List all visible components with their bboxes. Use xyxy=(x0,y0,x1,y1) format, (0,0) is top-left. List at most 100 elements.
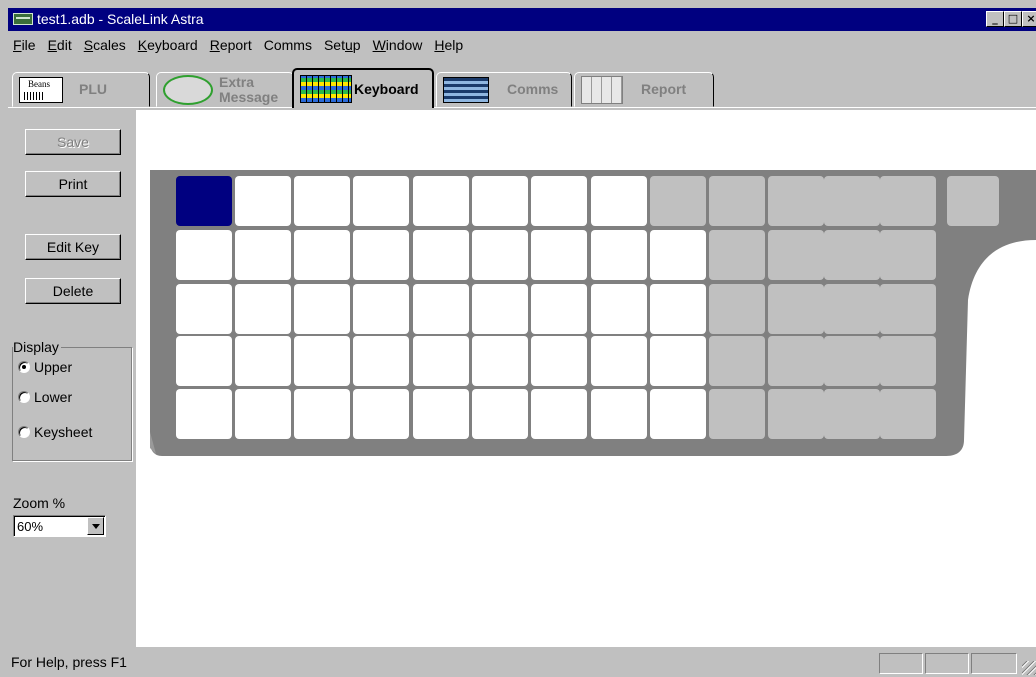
keyboard-key[interactable] xyxy=(591,284,647,334)
keyboard-key[interactable] xyxy=(472,389,528,439)
keyboard-key[interactable] xyxy=(531,230,587,280)
keyboard-key[interactable] xyxy=(294,176,350,226)
maximize-button[interactable]: □ xyxy=(1004,11,1022,27)
keyboard-key[interactable] xyxy=(591,389,647,439)
keyboard-key[interactable] xyxy=(176,284,232,334)
keyboard-key[interactable] xyxy=(294,336,350,386)
radio-lower[interactable]: Lower xyxy=(18,389,72,405)
keyboard-key[interactable] xyxy=(176,336,232,386)
keyboard-key[interactable] xyxy=(235,176,291,226)
keyboard-key[interactable] xyxy=(472,284,528,334)
keyboard-key[interactable] xyxy=(176,389,232,439)
print-button[interactable]: Print xyxy=(25,171,121,197)
keyboard-key[interactable] xyxy=(768,284,824,334)
zoom-label: Zoom % xyxy=(13,495,66,511)
keyboard-key[interactable] xyxy=(176,176,232,226)
keyboard-key[interactable] xyxy=(591,336,647,386)
keyboard-key[interactable] xyxy=(235,284,291,334)
keyboard-key[interactable] xyxy=(709,176,765,226)
keyboard-key[interactable] xyxy=(650,389,706,439)
menu-window[interactable]: Window xyxy=(368,37,430,53)
save-button[interactable]: Save xyxy=(25,129,121,155)
keyboard-key[interactable] xyxy=(353,336,409,386)
menu-help[interactable]: Help xyxy=(429,37,470,53)
keyboard-key[interactable] xyxy=(650,230,706,280)
resize-grip-icon[interactable] xyxy=(1022,661,1036,675)
keyboard-key[interactable] xyxy=(176,230,232,280)
keyboard-key[interactable] xyxy=(650,336,706,386)
keyboard-key[interactable] xyxy=(531,389,587,439)
menu-keyboard[interactable]: Keyboard xyxy=(133,37,205,53)
keyboard-key[interactable] xyxy=(353,389,409,439)
tab-comms[interactable]: Comms xyxy=(436,72,572,107)
keyboard-key[interactable] xyxy=(709,230,765,280)
keyboard-key-extra[interactable] xyxy=(947,176,999,226)
keyboard-key[interactable] xyxy=(709,389,765,439)
keyboard-key[interactable] xyxy=(768,230,824,280)
minimize-button[interactable]: _ xyxy=(986,11,1004,27)
tab-extra-message[interactable]: Extra Message xyxy=(156,72,294,107)
tab-report[interactable]: Report xyxy=(574,72,714,107)
keyboard-key[interactable] xyxy=(294,284,350,334)
keyboard-key[interactable] xyxy=(413,176,469,226)
title-bar[interactable]: test1.adb - ScaleLink Astra _ □ × xyxy=(8,8,1036,31)
keyboard-key[interactable] xyxy=(531,336,587,386)
keyboard-key[interactable] xyxy=(413,336,469,386)
keyboard-key[interactable] xyxy=(824,176,880,226)
keyboard-key[interactable] xyxy=(353,284,409,334)
keyboard-key[interactable] xyxy=(353,176,409,226)
radio-upper-dot[interactable] xyxy=(18,361,30,373)
edit-key-button[interactable]: Edit Key xyxy=(25,234,121,260)
keyboard-key[interactable] xyxy=(824,230,880,280)
keyboard-key[interactable] xyxy=(824,284,880,334)
menu-report[interactable]: Report xyxy=(205,37,259,53)
keyboard-key[interactable] xyxy=(880,389,936,439)
radio-lower-dot[interactable] xyxy=(18,391,30,403)
keyboard-key[interactable] xyxy=(768,336,824,386)
keyboard-key[interactable] xyxy=(768,176,824,226)
keyboard-key[interactable] xyxy=(472,230,528,280)
keyboard-key[interactable] xyxy=(472,176,528,226)
keyboard-key[interactable] xyxy=(709,284,765,334)
keyboard-key[interactable] xyxy=(824,336,880,386)
keyboard-key[interactable] xyxy=(880,230,936,280)
keyboard-key[interactable] xyxy=(235,230,291,280)
keyboard-key[interactable] xyxy=(591,176,647,226)
tab-keyboard[interactable]: Keyboard xyxy=(292,68,434,108)
keyboard-key[interactable] xyxy=(235,389,291,439)
keyboard-key[interactable] xyxy=(531,284,587,334)
keyboard-key[interactable] xyxy=(472,336,528,386)
keyboard-key[interactable] xyxy=(413,389,469,439)
keyboard-key[interactable] xyxy=(709,336,765,386)
keyboard-key[interactable] xyxy=(880,336,936,386)
menu-scales[interactable]: Scales xyxy=(79,37,133,53)
app-scale-icon[interactable] xyxy=(13,13,33,25)
tab-plu[interactable]: PLU xyxy=(12,72,150,107)
menu-file[interactable]: File xyxy=(8,37,43,53)
radio-keysheet-dot[interactable] xyxy=(18,426,30,438)
keyboard-key[interactable] xyxy=(294,389,350,439)
keyboard-key[interactable] xyxy=(413,284,469,334)
radio-upper[interactable]: Upper xyxy=(18,359,72,375)
radio-keysheet[interactable]: Keysheet xyxy=(18,424,92,440)
tab-keyboard-label: Keyboard xyxy=(354,80,419,97)
keyboard-key[interactable] xyxy=(824,389,880,439)
keyboard-key[interactable] xyxy=(591,230,647,280)
keyboard-key[interactable] xyxy=(768,389,824,439)
keyboard-key[interactable] xyxy=(294,230,350,280)
delete-button[interactable]: Delete xyxy=(25,278,121,304)
chevron-down-icon[interactable] xyxy=(87,517,104,535)
keyboard-key[interactable] xyxy=(880,284,936,334)
keyboard-key[interactable] xyxy=(880,176,936,226)
keyboard-key[interactable] xyxy=(353,230,409,280)
menu-edit[interactable]: Edit xyxy=(43,37,79,53)
zoom-select[interactable]: 60% xyxy=(13,515,106,537)
keyboard-key[interactable] xyxy=(650,284,706,334)
keyboard-key[interactable] xyxy=(650,176,706,226)
close-button[interactable]: × xyxy=(1022,11,1036,27)
keyboard-key[interactable] xyxy=(413,230,469,280)
keyboard-key[interactable] xyxy=(531,176,587,226)
keyboard-key[interactable] xyxy=(235,336,291,386)
menu-comms[interactable]: Comms xyxy=(259,37,319,53)
menu-setup[interactable]: Setup xyxy=(319,37,368,53)
